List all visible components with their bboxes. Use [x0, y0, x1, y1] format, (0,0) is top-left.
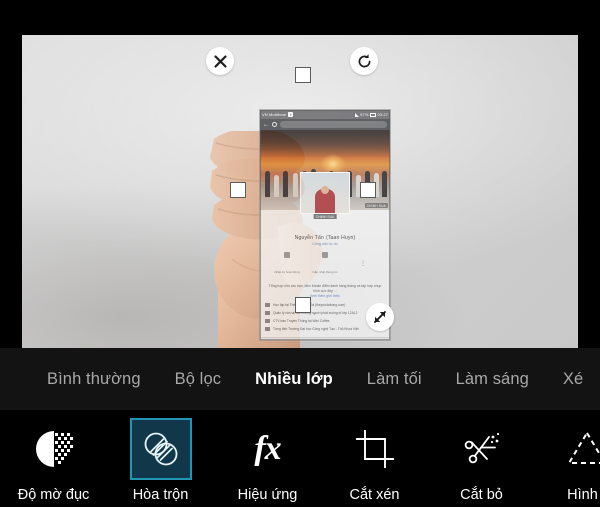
- carrier-label: VN Mobifone: [262, 112, 287, 117]
- tab-nhieu-lop[interactable]: Nhiều lớp: [238, 370, 350, 389]
- work-icon: [265, 303, 270, 308]
- editor-toolbar[interactable]: Độ mờ đục Hòa trộn fx Hiệu ứng Cắt xén C…: [0, 410, 600, 507]
- tool-do-mo-duc[interactable]: Độ mờ đục: [0, 410, 107, 503]
- overlay-status-bar: VN Mobifone f 97% 03:27: [260, 110, 390, 119]
- avatar-edit-badge[interactable]: CHINH SUA: [313, 214, 337, 219]
- tool-cat-xen[interactable]: Cắt xén: [321, 410, 428, 503]
- fx-icon: fx: [254, 430, 281, 467]
- tool-icon-box: [451, 418, 513, 480]
- tool-icon-box: [129, 418, 192, 480]
- profile-nickname: (Taan Huyn): [326, 235, 356, 241]
- tool-label: Hiệu ứng: [237, 487, 298, 503]
- list-item-text: Quản lý vàn tại hội những người phát xuố…: [273, 310, 358, 315]
- battery-icon: [369, 112, 376, 117]
- profile-subtitle: Công việc tự do: [312, 242, 338, 246]
- profile-bio-more[interactable]: Xem thêm giới thiệu: [260, 294, 390, 298]
- photo-editor-app: VN Mobifone f 97% 03:27 ← CHINH SUA CHIN…: [0, 0, 600, 507]
- cover-edit-badge[interactable]: CHINH SUA: [364, 203, 388, 208]
- tool-icon-box: [23, 418, 85, 480]
- tab-binh-thuong[interactable]: Bình thường: [30, 370, 158, 389]
- close-layer-button[interactable]: [206, 47, 234, 75]
- resize-handle-top[interactable]: [295, 67, 311, 83]
- list-item: Từng đến Trường Đại học Công nghệ Tạo - …: [265, 327, 385, 332]
- scale-layer-button[interactable]: [366, 303, 394, 331]
- profile-bio: Tổng hợp cho các bạn, điều khoản điểm da…: [268, 283, 382, 293]
- tab-bo-loc[interactable]: Bộ lọc: [158, 370, 238, 389]
- action-label: Cập nhật thông tin: [312, 269, 338, 274]
- tab-lam-toi[interactable]: Làm tối: [350, 370, 439, 389]
- editor-stage[interactable]: VN Mobifone f 97% 03:27 ← CHINH SUA CHIN…: [0, 0, 600, 348]
- resize-handle-left[interactable]: [230, 182, 246, 198]
- rotate-icon: [358, 53, 370, 67]
- back-arrow-icon[interactable]: ←: [263, 122, 269, 128]
- resize-diagonal-icon: [374, 311, 386, 323]
- profile-action-more[interactable]: ⋮: [346, 252, 380, 270]
- tool-label: Độ mờ đục: [17, 487, 90, 503]
- tool-icon-box: fx: [237, 418, 299, 480]
- profile-action-update[interactable]: Cập nhật thông tin: [308, 252, 342, 278]
- close-icon: [213, 54, 227, 68]
- tool-icon-box: [344, 418, 406, 480]
- opacity-icon: [35, 431, 73, 467]
- work-icon: [265, 311, 270, 316]
- battery-percent: 97%: [360, 112, 369, 117]
- tool-label: Cắt xén: [349, 487, 400, 503]
- school-icon: [265, 327, 270, 332]
- facebook-icon: f: [288, 112, 294, 117]
- work-icon: [265, 319, 270, 324]
- overlay-avatar: [300, 172, 350, 214]
- tool-icon-box: [558, 418, 600, 480]
- action-label: Nhật ký hoạt động: [274, 269, 300, 274]
- resize-handle-right[interactable]: [360, 182, 376, 198]
- tool-hinh-dang[interactable]: Hình d: [535, 410, 600, 503]
- list-item: Học tập tại Thế Củ Bóng Đá (thepcodabong…: [265, 303, 385, 308]
- shape-dashed-triangle-icon: [567, 432, 600, 464]
- profile-name-row: Nguyễn Tấn (Taan Huyn): [260, 232, 390, 241]
- tool-label: Hình d: [567, 487, 600, 503]
- blend-mode-tabbar[interactable]: Bình thường Bộ lọc Nhiều lớp Làm tối Làm…: [0, 348, 600, 410]
- profile-name: Nguyễn Tấn: [294, 235, 324, 241]
- person-check-icon: [322, 252, 328, 258]
- search-icon[interactable]: [272, 122, 277, 127]
- tool-label: Cắt bỏ: [460, 487, 503, 503]
- crop-icon: [355, 430, 394, 468]
- list-item-text: Từng đến Trường Đại học Công nghệ Tạo - …: [273, 326, 359, 331]
- scissors-icon: [464, 432, 499, 464]
- list-item-text: CTV ban Truyền Thông tại Wini Coffee: [273, 318, 330, 323]
- tab-lam-sang[interactable]: Làm sáng: [439, 370, 546, 389]
- tool-hieu-ung[interactable]: fx Hiệu ứng: [214, 410, 321, 504]
- overlay-search-bar[interactable]: ←: [260, 119, 390, 130]
- search-input[interactable]: [280, 121, 387, 128]
- clock-label: 03:27: [377, 112, 388, 117]
- more-vertical-icon: ⋮: [360, 261, 366, 267]
- profile-action-row: Nhật ký hoạt động Cập nhật thông tin ⋮: [260, 252, 390, 278]
- tab-xe[interactable]: Xé: [546, 370, 600, 389]
- overlay-nav-bar: [260, 337, 390, 340]
- profile-action-activity[interactable]: Nhật ký hoạt động: [270, 252, 304, 278]
- tool-cat-bo[interactable]: Cắt bỏ: [428, 410, 535, 503]
- blend-icon: [144, 432, 177, 466]
- signal-icon: [354, 112, 359, 117]
- tool-hoa-tron[interactable]: Hòa trộn: [107, 410, 214, 503]
- tool-label: Hòa trộn: [132, 487, 189, 503]
- rotate-layer-button[interactable]: [350, 47, 378, 75]
- resize-handle-bottom[interactable]: [295, 297, 311, 313]
- calendar-icon: [284, 252, 290, 258]
